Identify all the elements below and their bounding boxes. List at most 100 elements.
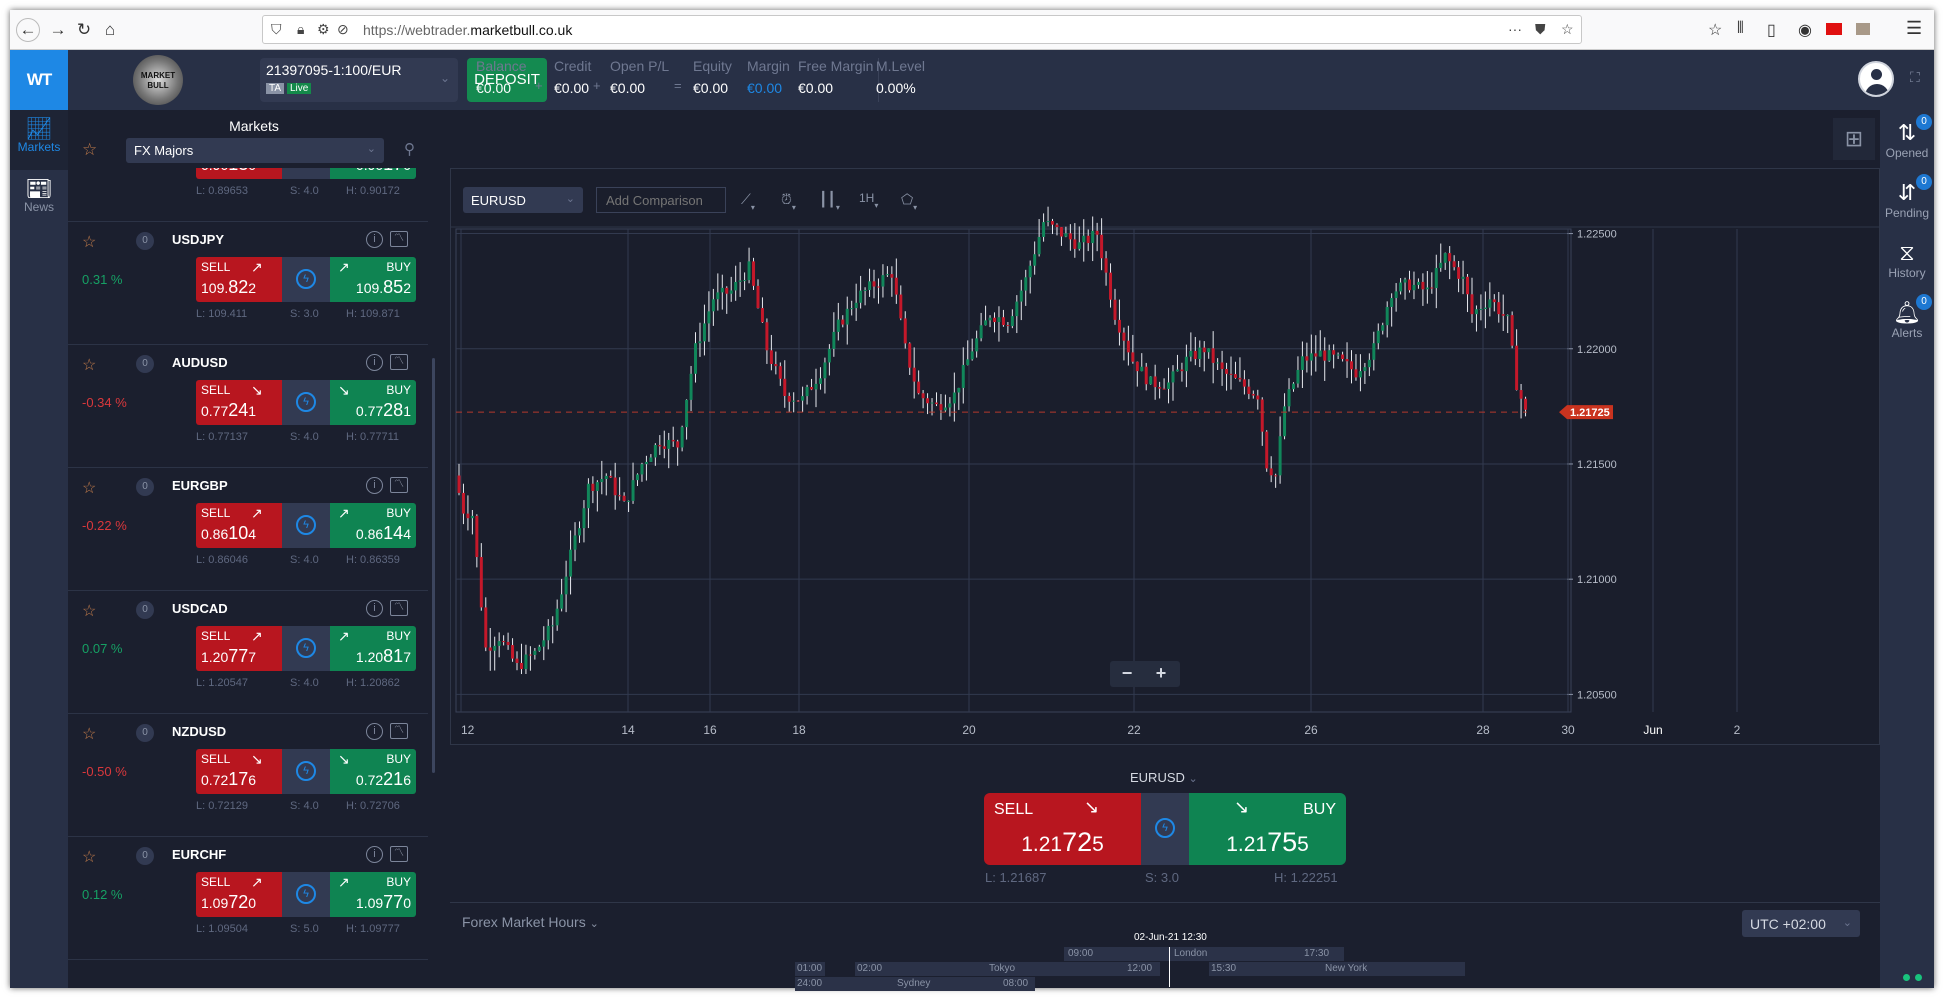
forward-icon[interactable]: → bbox=[46, 19, 70, 41]
scrollbar[interactable] bbox=[432, 358, 435, 773]
nav-pending[interactable]: ⇵ Pending 0 bbox=[1880, 174, 1934, 234]
one-click-trading-toggle[interactable]: ϟ bbox=[282, 626, 330, 671]
info-icon[interactable]: i bbox=[366, 231, 383, 248]
add-comparison-input[interactable] bbox=[596, 187, 726, 213]
favorite-star-icon[interactable]: ☆ bbox=[82, 232, 96, 252]
instrument-row[interactable]: ☆ 0 USDJPY i 〽 0.31 % SELL ↗ 109.822 ϟ ↗… bbox=[68, 222, 428, 345]
info-icon[interactable]: i bbox=[366, 723, 383, 740]
one-click-trading-toggle[interactable]: ϟ bbox=[282, 749, 330, 794]
favorite-star-icon[interactable]: ☆ bbox=[82, 478, 96, 498]
shield-icon[interactable]: ⛉ bbox=[271, 21, 282, 38]
studies-icon[interactable]: ⟋▾ bbox=[741, 191, 755, 212]
chart-icon[interactable]: 〽 bbox=[390, 846, 408, 862]
nav-news[interactable]: 📰︎ News bbox=[10, 170, 68, 230]
favorite-star-icon[interactable]: ☆ bbox=[82, 724, 96, 744]
url-bar[interactable]: ⛉ 🔒︎ ⚙ ⊘ https://webtrader.marketbull.co… bbox=[262, 15, 1582, 44]
pocket-icon[interactable]: ⛊ bbox=[1535, 21, 1546, 38]
chart-icon[interactable]: 〽 bbox=[390, 354, 408, 370]
buy-button[interactable]: ↘ BUY 1.21755 bbox=[1189, 793, 1346, 865]
extension-red-icon[interactable] bbox=[1826, 23, 1842, 35]
drawing-tools-icon[interactable]: ⬠▾ bbox=[901, 191, 917, 212]
one-click-trading-toggle[interactable]: ϟ bbox=[282, 257, 330, 302]
zoom-out-button[interactable]: − bbox=[1112, 663, 1142, 684]
instrument-row[interactable]: ☆ 0 NZDUSD i 〽 -0.50 % SELL ↘ 0.72176 ϟ … bbox=[68, 714, 428, 837]
buy-button[interactable]: ↗ BUY 1.20817 bbox=[330, 626, 416, 671]
menu-icon[interactable]: ☰ bbox=[1906, 18, 1922, 39]
instrument-symbol[interactable]: NZDUSD bbox=[172, 724, 226, 739]
info-icon[interactable]: i bbox=[366, 354, 383, 371]
chart-icon[interactable]: 〽 bbox=[390, 723, 408, 739]
market-category-select[interactable]: FX Majors ⌄ bbox=[126, 138, 384, 163]
nav-markets[interactable]: 📈︎ Markets bbox=[10, 110, 68, 170]
buy-button[interactable]: ↘ BUY 0.77281 bbox=[330, 380, 416, 425]
sell-button[interactable]: SELL ↗ 1.20777 bbox=[196, 626, 282, 671]
sell-button[interactable]: SELL ↗ 0.86104 bbox=[196, 503, 282, 548]
one-click-trading-toggle[interactable]: ϟ bbox=[282, 380, 330, 425]
account-icon[interactable]: ◉ bbox=[1798, 20, 1812, 40]
favorite-star-icon[interactable]: ☆ bbox=[82, 355, 96, 375]
reload-icon[interactable]: ↻ bbox=[72, 19, 96, 41]
one-click-trading-toggle[interactable]: ϟ bbox=[282, 503, 330, 548]
info-icon[interactable]: i bbox=[366, 600, 383, 617]
sell-button[interactable]: SELL ↗ 109.822 bbox=[196, 257, 282, 302]
chart-icon[interactable]: 〽 bbox=[390, 477, 408, 493]
buy-button[interactable]: ↘ BUY 0.72216 bbox=[330, 749, 416, 794]
lock-icon[interactable]: 🔒︎ bbox=[297, 21, 304, 38]
nav-history[interactable]: ⧖ History bbox=[1880, 234, 1934, 294]
sidebar-icon[interactable]: ▯ bbox=[1767, 20, 1776, 40]
sell-button[interactable]: SELL ↘ 1.21725 bbox=[984, 793, 1141, 865]
info-icon[interactable]: i bbox=[366, 846, 383, 863]
home-icon[interactable]: ⌂ bbox=[98, 19, 122, 41]
market-hours-toggle[interactable]: Forex Market Hours ⌄ bbox=[462, 914, 599, 930]
library-icon[interactable]: ⫴ bbox=[1737, 20, 1744, 38]
instrument-symbol[interactable]: EURCHF bbox=[172, 847, 226, 862]
account-selector[interactable]: 21397095-1:100/EUR TA Live ⌄ bbox=[260, 58, 458, 102]
url-text[interactable]: https://webtrader.marketbull.co.uk bbox=[363, 22, 572, 38]
instrument-symbol[interactable]: EURGBP bbox=[172, 478, 228, 493]
tracking-icon[interactable]: ⊘ bbox=[337, 21, 349, 38]
bookmark-star-icon[interactable]: ☆ bbox=[1561, 21, 1574, 38]
layout-grid-button[interactable]: ⊞ bbox=[1833, 118, 1875, 160]
one-click-trading-toggle[interactable]: ϟ bbox=[1141, 793, 1189, 865]
instrument-row[interactable]: ☆ 0 EURCHF i 〽 0.12 % SELL ↗ 1.09720 ϟ ↗… bbox=[68, 837, 428, 960]
instrument-row[interactable]: 0.46 % SELL ↗ 0.90130 ϟ ↗ BUY 0.90170 L:… bbox=[68, 168, 428, 222]
search-icon[interactable]: ⚲ bbox=[404, 140, 415, 158]
instrument-symbol[interactable]: USDCAD bbox=[172, 601, 228, 616]
alarm-clock-icon[interactable]: ⏰︎▾ bbox=[781, 191, 796, 212]
favorites-star-icon[interactable]: ☆ bbox=[82, 140, 97, 160]
instrument-symbol[interactable]: AUDUSD bbox=[172, 355, 228, 370]
one-click-trading-toggle[interactable]: ϟ bbox=[282, 872, 330, 917]
instrument-row[interactable]: ☆ 0 EURGBP i 〽 -0.22 % SELL ↗ 0.86104 ϟ … bbox=[68, 468, 428, 591]
buy-button[interactable]: ↗ BUY 0.86144 bbox=[330, 503, 416, 548]
buy-button[interactable]: ↗ BUY 0.90170 bbox=[330, 168, 416, 179]
extension-photo-icon[interactable] bbox=[1856, 23, 1870, 35]
chart-symbol-select[interactable]: EURUSD ⌄ bbox=[463, 187, 583, 213]
bookmarks-toolbar-icon[interactable]: ☆ bbox=[1708, 20, 1722, 40]
zoom-in-button[interactable]: + bbox=[1146, 663, 1176, 684]
webtrader-logo[interactable]: WT bbox=[10, 50, 68, 110]
sell-button[interactable]: SELL ↗ 0.90130 bbox=[196, 168, 282, 179]
price-chart[interactable]: 1.22500 1.22000 1.21500 1.21000 1.20500 12 14 1… bbox=[451, 169, 1881, 746]
user-avatar[interactable] bbox=[1858, 61, 1894, 97]
chart-icon[interactable]: 〽 bbox=[390, 231, 408, 247]
instrument-row[interactable]: ☆ 0 USDCAD i 〽 0.07 % SELL ↗ 1.20777 ϟ ↗… bbox=[68, 591, 428, 714]
instrument-row[interactable]: ☆ 0 AUDUSD i 〽 -0.34 % SELL ↘ 0.77241 ϟ … bbox=[68, 345, 428, 468]
info-icon[interactable]: i bbox=[366, 477, 383, 494]
nav-alerts[interactable]: 🔔︎ Alerts 0 bbox=[1880, 294, 1934, 354]
timezone-select[interactable]: UTC +02:00 ⌄ bbox=[1742, 910, 1860, 937]
trade-symbol-select[interactable]: EURUSD ⌄ bbox=[1130, 770, 1198, 785]
back-icon[interactable]: ← bbox=[16, 18, 40, 42]
sell-button[interactable]: SELL ↗ 1.09720 bbox=[196, 872, 282, 917]
candles-type-icon[interactable]: ┃┃▾ bbox=[819, 191, 840, 212]
buy-button[interactable]: ↗ BUY 1.09770 bbox=[330, 872, 416, 917]
permissions-icon[interactable]: ⚙ bbox=[317, 21, 330, 38]
sell-button[interactable]: SELL ↘ 0.72176 bbox=[196, 749, 282, 794]
favorite-star-icon[interactable]: ☆ bbox=[82, 847, 96, 867]
nav-opened[interactable]: ⇅ Opened 0 bbox=[1880, 114, 1934, 174]
buy-button[interactable]: ↗ BUY 109.852 bbox=[330, 257, 416, 302]
chart-icon[interactable]: 〽 bbox=[390, 600, 408, 616]
one-click-trading-toggle[interactable]: ϟ bbox=[282, 168, 330, 179]
favorite-star-icon[interactable]: ☆ bbox=[82, 601, 96, 621]
timeframe-select[interactable]: 1H▾ bbox=[859, 191, 878, 210]
sell-button[interactable]: SELL ↘ 0.77241 bbox=[196, 380, 282, 425]
